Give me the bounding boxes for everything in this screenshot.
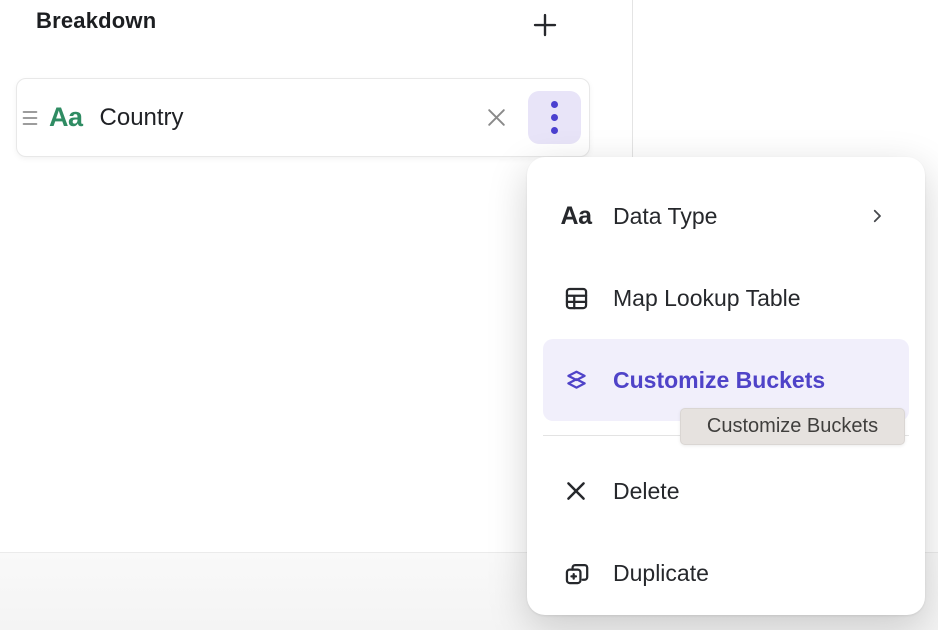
close-icon [483, 104, 510, 131]
menu-item-map-lookup-table[interactable]: Map Lookup Table [543, 257, 909, 339]
menu-item-delete[interactable]: Delete [543, 450, 909, 532]
menu-item-data-type[interactable]: Aa Data Type [543, 175, 909, 257]
remove-breakdown-button[interactable] [481, 102, 512, 133]
tooltip: Customize Buckets [680, 408, 905, 445]
menu-item-label: Customize Buckets [613, 367, 825, 394]
layers-icon [562, 367, 590, 394]
data-type-aa-icon: Aa [49, 102, 83, 133]
item-menu-button[interactable] [528, 91, 581, 144]
kebab-icon [550, 100, 559, 135]
breakdown-item-country[interactable]: Aa Country [16, 78, 590, 157]
copy-plus-icon [562, 560, 590, 587]
menu-item-label: Map Lookup Table [613, 285, 801, 312]
chevron-right-icon [868, 207, 886, 225]
add-breakdown-button[interactable] [528, 8, 562, 42]
item-context-menu: Aa Data Type Map Lookup Table Customize … [527, 157, 925, 615]
tooltip-text: Customize Buckets [707, 415, 878, 438]
plus-icon [530, 10, 560, 40]
drag-handle-icon[interactable] [22, 108, 38, 128]
menu-item-label: Duplicate [613, 560, 709, 587]
page-title: Breakdown [36, 8, 156, 34]
x-icon [562, 478, 590, 504]
menu-item-duplicate[interactable]: Duplicate [543, 532, 909, 614]
menu-item-label: Data Type [613, 203, 717, 230]
menu-item-label: Delete [613, 478, 679, 505]
table-icon [562, 285, 590, 312]
data-type-aa-icon: Aa [562, 204, 590, 229]
breakdown-item-label: Country [100, 104, 184, 132]
